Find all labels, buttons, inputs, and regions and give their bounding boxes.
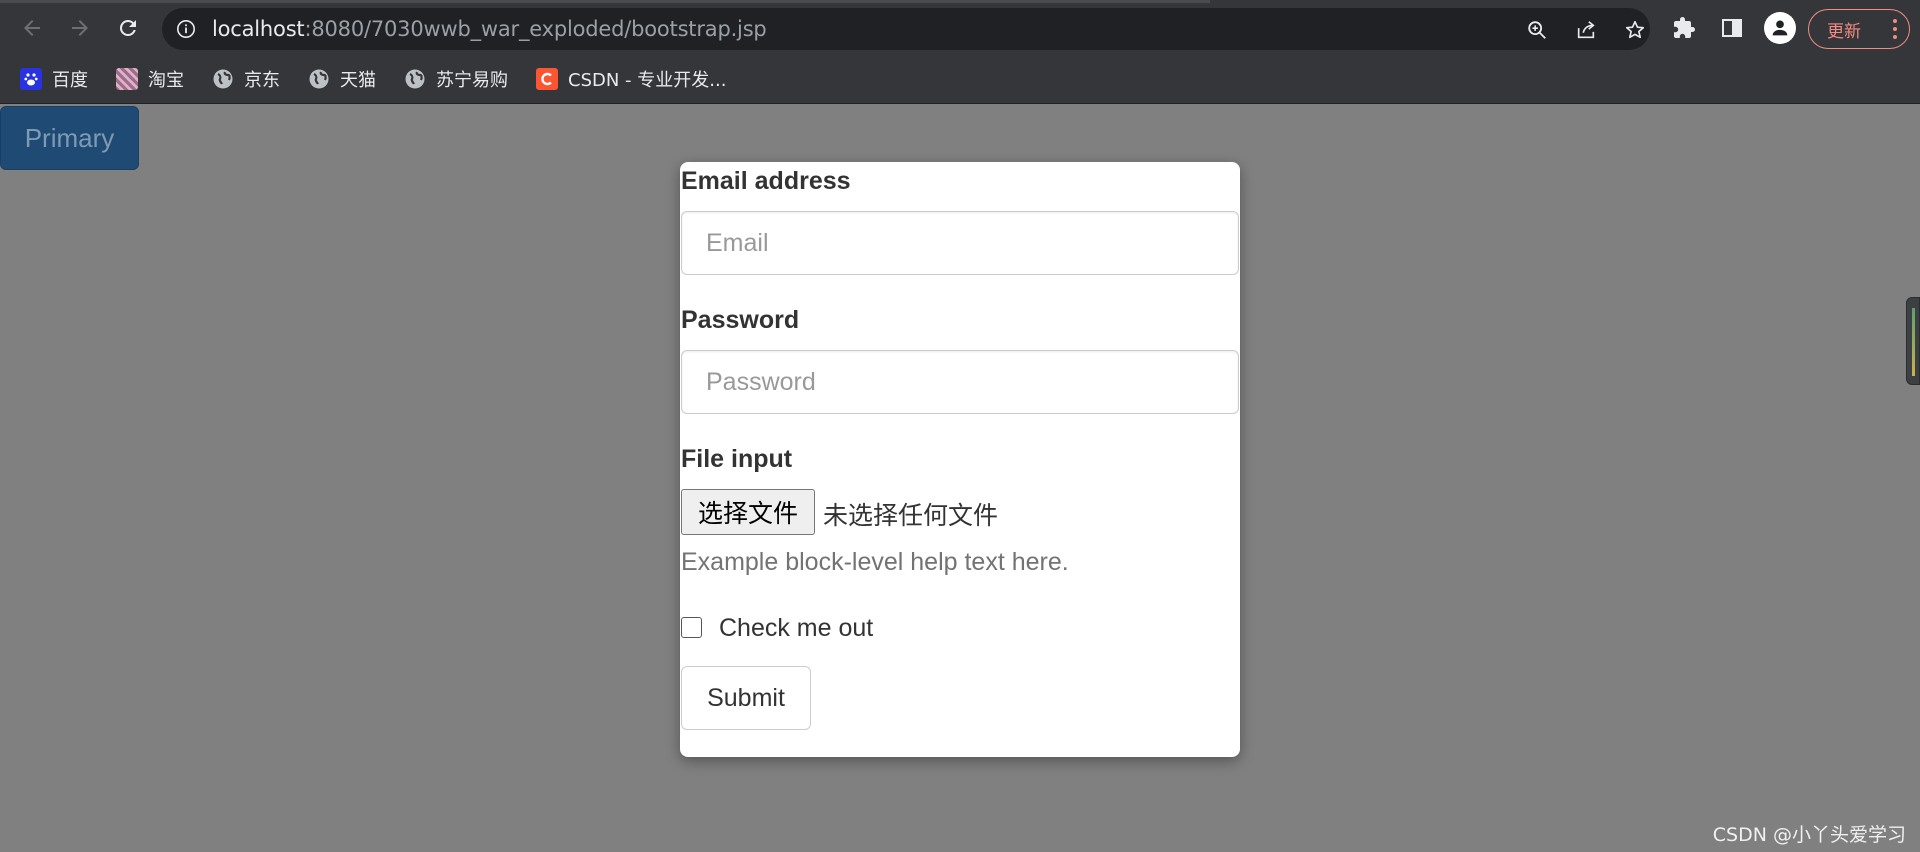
email-label: Email address xyxy=(681,167,851,195)
address-path: :8080/7030wwb_war_exploded/bootstrap.jsp xyxy=(304,17,767,41)
level-indicator xyxy=(1912,308,1915,376)
bookmark-suning[interactable]: 苏宁易购 xyxy=(404,64,508,94)
primary-button[interactable]: Primary xyxy=(0,106,139,170)
checkbox-label[interactable]: Check me out xyxy=(719,614,873,643)
check-me-out-checkbox[interactable] xyxy=(681,617,702,638)
bookmark-baidu[interactable]: 百度 xyxy=(20,64,88,94)
bookmark-tmall[interactable]: 天猫 xyxy=(308,64,376,94)
email-field-wrapper xyxy=(681,211,1239,275)
submit-button[interactable]: Submit xyxy=(681,666,811,730)
baidu-icon xyxy=(20,68,42,90)
password-label: Password xyxy=(681,306,800,334)
info-icon[interactable] xyxy=(176,19,196,44)
bookmark-label: 天猫 xyxy=(340,70,376,91)
bookmark-label: CSDN - 专业开发... xyxy=(568,70,727,91)
back-button[interactable] xyxy=(14,10,50,46)
csdn-icon xyxy=(536,68,558,90)
arrow-left-icon xyxy=(24,20,40,36)
puzzle-icon[interactable] xyxy=(1668,12,1700,44)
star-icon[interactable] xyxy=(1622,17,1648,43)
watermark: CSDN @小丫头爱学习 xyxy=(1712,824,1906,846)
forward-button[interactable] xyxy=(62,10,98,46)
help-text: Example block-level help text here. xyxy=(681,548,1069,576)
address-url: localhost:8080/7030wwb_war_exploded/boot… xyxy=(212,17,767,41)
bookmark-taobao[interactable]: 淘宝 xyxy=(116,64,184,94)
reload-icon xyxy=(119,19,136,36)
form-modal: Email address Password File input 选择文件 未… xyxy=(680,162,1240,757)
bookmark-label: 京东 xyxy=(244,70,280,91)
side-widget-handle[interactable] xyxy=(1906,297,1920,385)
password-field-wrapper xyxy=(681,350,1239,414)
share-icon[interactable] xyxy=(1573,17,1599,43)
kebab-menu-icon xyxy=(1893,19,1897,39)
bookmark-label: 苏宁易购 xyxy=(436,70,508,91)
globe-icon xyxy=(308,68,330,90)
arrow-right-icon xyxy=(72,20,88,36)
globe-icon xyxy=(212,68,234,90)
zoom-icon[interactable] xyxy=(1524,17,1550,43)
file-input-label: File input xyxy=(681,445,793,473)
update-button[interactable]: 更新 xyxy=(1808,9,1910,49)
choose-file-button[interactable]: 选择文件 xyxy=(681,489,815,535)
address-host: localhost xyxy=(212,17,305,41)
file-status-text: 未选择任何文件 xyxy=(823,501,999,530)
bookmarks-bar: 百度 淘宝 京东 天猫 苏宁易购 CSDN - 专业开发... xyxy=(0,56,1920,104)
profile-icon[interactable] xyxy=(1764,12,1796,44)
email-field[interactable] xyxy=(682,212,1238,274)
tab-strip-edge xyxy=(0,0,1210,3)
bookmark-label: 百度 xyxy=(52,70,88,91)
globe-icon xyxy=(404,68,426,90)
side-panel-icon[interactable] xyxy=(1716,12,1748,44)
bookmark-csdn[interactable]: CSDN - 专业开发... xyxy=(536,64,726,94)
address-bar[interactable]: localhost:8080/7030wwb_war_exploded/boot… xyxy=(162,8,1650,50)
reload-button[interactable] xyxy=(110,10,146,46)
taobao-icon xyxy=(116,68,138,90)
browser-toolbar: localhost:8080/7030wwb_war_exploded/boot… xyxy=(0,0,1920,56)
password-field[interactable] xyxy=(682,351,1238,413)
bookmark-jd[interactable]: 京东 xyxy=(212,64,280,94)
bookmark-label: 淘宝 xyxy=(148,70,184,91)
update-label: 更新 xyxy=(1827,21,1861,42)
